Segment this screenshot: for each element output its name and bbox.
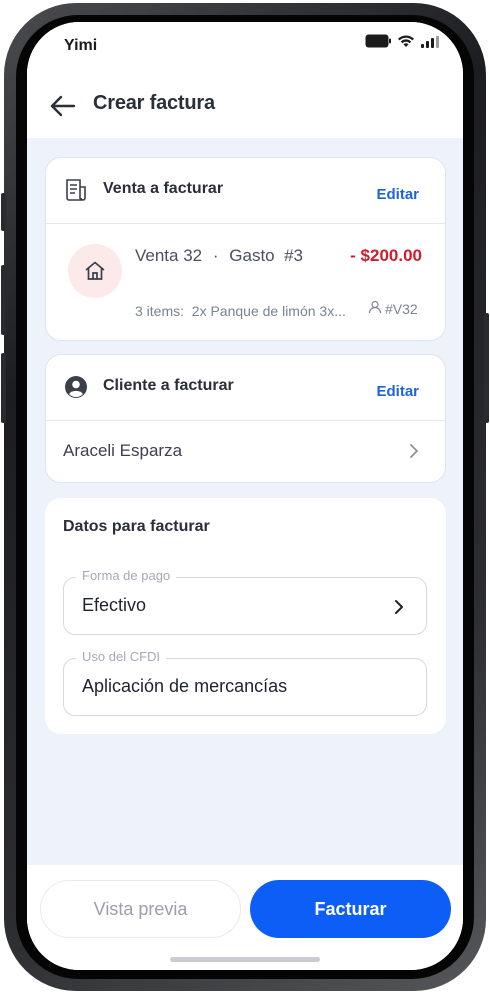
volume-down-button xyxy=(1,353,6,423)
cliente-card: Cliente a facturar Editar Araceli Esparz… xyxy=(45,354,446,483)
sale-name: Venta 32 xyxy=(135,246,203,265)
uso-cfdi-field[interactable]: Uso del CFDI Aplicación de mercancías xyxy=(63,649,427,716)
status-icons xyxy=(365,34,439,53)
user-icon xyxy=(368,300,382,317)
power-button xyxy=(484,313,489,423)
cliente-card-header: Cliente a facturar Editar xyxy=(46,355,445,421)
bottom-action-bar: Vista previa Facturar xyxy=(27,865,463,970)
client-name: Araceli Esparza xyxy=(63,441,183,460)
forma-pago-value: Efectivo xyxy=(82,595,147,615)
cliente-card-title: Cliente a facturar xyxy=(103,377,234,394)
sale-reference-text: #V32 xyxy=(385,300,418,317)
header: Crear factura xyxy=(27,84,463,138)
sale-amount: - $200.00 xyxy=(350,246,422,265)
sale-items-row: 3 items: 2x Panque de limón 3x... #V32 xyxy=(135,301,418,320)
home-indicator[interactable] xyxy=(170,957,320,962)
venta-card-header: Venta a facturar Editar xyxy=(46,158,445,224)
sale-title[interactable]: Venta 32 · Gasto #3 xyxy=(135,246,303,266)
uso-cfdi-label: Uso del CFDI xyxy=(76,649,167,664)
datos-title: Datos para facturar xyxy=(63,518,210,535)
wifi-icon xyxy=(397,34,415,53)
back-arrow-icon[interactable] xyxy=(49,92,77,120)
sale-items-summary: 3 items: 2x Panque de limón 3x... xyxy=(135,303,346,319)
forma-pago-label: Forma de pago xyxy=(76,568,177,583)
edit-venta-link[interactable]: Editar xyxy=(376,186,419,203)
venta-card: Venta a facturar Editar Venta 32 · Gasto… xyxy=(45,157,446,341)
venta-card-title: Venta a facturar xyxy=(103,180,224,197)
sale-reference: #V32 xyxy=(368,300,463,317)
user-circle-icon xyxy=(64,375,88,399)
mute-switch xyxy=(1,193,6,231)
page-title: Crear factura xyxy=(93,92,215,114)
receipt-icon xyxy=(64,178,88,202)
signal-icon xyxy=(421,35,439,53)
status-bar: Yimi xyxy=(27,22,463,84)
preview-button[interactable]: Vista previa xyxy=(40,880,241,938)
carrier-label: Yimi xyxy=(64,37,98,54)
uso-cfdi-value: Aplicación de mercancías xyxy=(82,676,288,696)
sale-expense: Gasto #3 xyxy=(229,246,303,265)
screen: Yimi Crear factura Venta a facturar Edit… xyxy=(27,22,463,970)
chevron-right-icon xyxy=(390,596,408,618)
battery-icon xyxy=(365,34,391,53)
sale-avatar xyxy=(68,244,122,298)
edit-cliente-link[interactable]: Editar xyxy=(376,383,419,400)
datos-section: Datos para facturar Forma de pago Efecti… xyxy=(45,498,446,734)
volume-up-button xyxy=(1,265,6,335)
house-icon xyxy=(83,259,107,288)
sale-separator: · xyxy=(212,246,219,265)
chevron-right-icon[interactable] xyxy=(405,441,423,461)
forma-pago-select[interactable]: Forma de pago Efectivo xyxy=(63,568,427,635)
facturar-button[interactable]: Facturar xyxy=(250,880,451,938)
